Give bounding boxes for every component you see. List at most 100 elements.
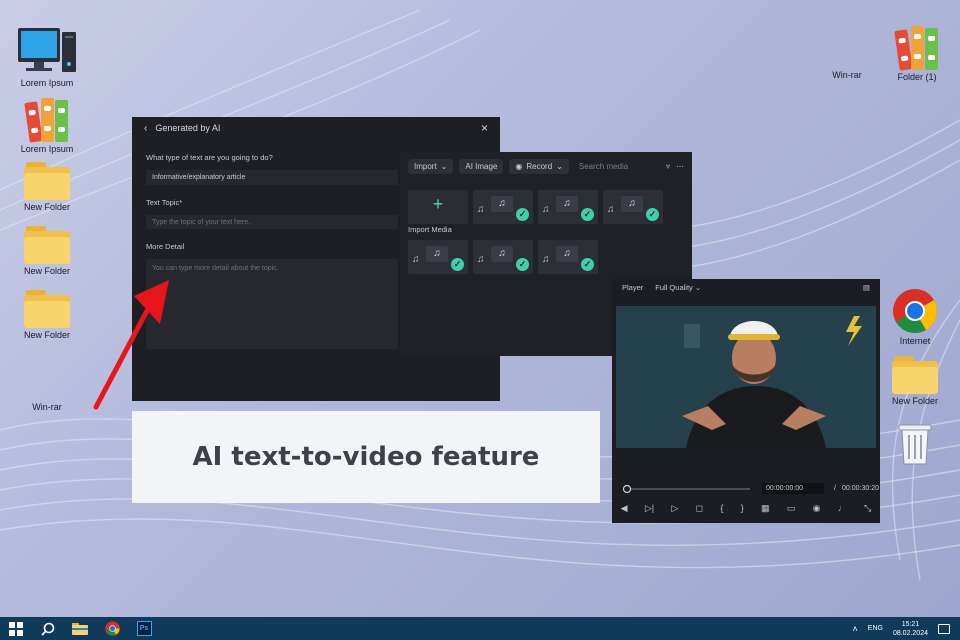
current-time: 00:00:00:00 bbox=[762, 483, 824, 494]
desktop-icon-internet[interactable]: Internet bbox=[880, 288, 950, 346]
desktop-icon-folder[interactable]: New Folder bbox=[12, 162, 82, 212]
desktop-icon-binders[interactable]: Folder (1) bbox=[882, 24, 952, 82]
snapshot-icon[interactable]: ▤ bbox=[863, 283, 870, 292]
music-note-icon: ♫ bbox=[426, 246, 448, 262]
check-icon: ✓ bbox=[581, 208, 594, 221]
recycle-bin-icon bbox=[898, 424, 932, 465]
close-icon[interactable]: × bbox=[481, 121, 488, 135]
import-media-tile[interactable]: + bbox=[408, 190, 468, 224]
display-icon[interactable]: ▭ bbox=[787, 503, 796, 514]
language-indicator[interactable]: ENG bbox=[868, 625, 883, 632]
audio-media-tile[interactable]: ♫ ♫ ✓ bbox=[538, 240, 598, 274]
ai-image-button[interactable]: AI Image bbox=[459, 158, 504, 174]
chrome-icon bbox=[893, 289, 937, 333]
search-button[interactable] bbox=[32, 617, 64, 640]
desktop-icon-winrar[interactable]: Win-rar bbox=[812, 22, 882, 80]
progress-bar[interactable] bbox=[622, 483, 762, 495]
more-icon[interactable]: ⋯ bbox=[676, 162, 684, 171]
check-icon: ✓ bbox=[646, 208, 659, 221]
record-label: Record bbox=[526, 161, 553, 171]
quality-dropdown[interactable]: Full Quality ⌄ bbox=[655, 283, 701, 292]
step-play-icon[interactable]: ▷| bbox=[645, 503, 654, 514]
chevron-down-icon: ⌄ bbox=[440, 161, 448, 171]
desktop-icon-winrar[interactable]: Win-rar bbox=[12, 356, 82, 412]
notification-icon[interactable] bbox=[938, 623, 950, 634]
photoshop-button[interactable]: Ps bbox=[128, 617, 160, 640]
camera-icon[interactable]: ◉ bbox=[813, 503, 821, 514]
music-note-icon: ♫ bbox=[621, 196, 643, 212]
desktop-icon-label: New Folder bbox=[23, 266, 70, 276]
record-dropdown[interactable]: ◉ Record ⌄ bbox=[509, 158, 569, 174]
chrome-icon bbox=[104, 621, 120, 636]
search-media-input[interactable]: Search media bbox=[579, 162, 628, 171]
player-window: Player Full Quality ⌄ ▤ 00:00:00:00 / 00… bbox=[612, 279, 880, 523]
desktop-icon-folder[interactable]: New Folder bbox=[12, 226, 82, 276]
audio-media-tile[interactable]: ♫ ♫ ✓ bbox=[473, 190, 533, 224]
desktop-icon-folder[interactable]: New Folder bbox=[12, 290, 82, 340]
audio-media-tile[interactable]: ♫ ♫ ✓ bbox=[408, 240, 468, 274]
quality-label: Full Quality bbox=[655, 282, 693, 292]
audio-media-tile[interactable]: ♫ ♫ ✓ bbox=[538, 190, 598, 224]
previous-frame-icon[interactable]: ◀ bbox=[621, 503, 628, 514]
video-frame-illustration bbox=[616, 306, 876, 448]
desktop-icon-label: Win-rar bbox=[832, 70, 862, 80]
desktop-icon-computer[interactable]: Lorem Ipsum bbox=[12, 26, 82, 88]
desktop-icon-label: Win-rar bbox=[32, 402, 62, 412]
filter-icon[interactable]: ▿ bbox=[666, 162, 670, 171]
audio-media-tile[interactable]: ♫ ♫ ✓ bbox=[473, 240, 533, 274]
desktop-icon-binders[interactable]: Lorem Ipsum bbox=[12, 96, 82, 154]
stop-icon[interactable]: ◻ bbox=[696, 503, 703, 514]
check-icon: ✓ bbox=[451, 258, 464, 271]
music-note-icon: ♫ bbox=[477, 204, 485, 215]
volume-icon[interactable]: ♩ bbox=[838, 503, 847, 514]
video-preview[interactable] bbox=[616, 306, 876, 448]
record-icon: ◉ bbox=[515, 161, 523, 171]
desktop-icon-recycle-bin[interactable] bbox=[880, 422, 950, 466]
audio-media-tile[interactable]: ♫ ♫ ✓ bbox=[603, 190, 663, 224]
folder-icon bbox=[892, 356, 938, 394]
play-icon[interactable]: ▷ bbox=[671, 503, 678, 514]
clip-icon[interactable]: ▦ bbox=[761, 503, 770, 514]
text-topic-input[interactable]: Type the topic of your text here. bbox=[146, 215, 398, 229]
winrar-icon bbox=[824, 22, 870, 68]
chrome-taskbar-button[interactable] bbox=[96, 617, 128, 640]
music-note-icon: ♫ bbox=[412, 254, 420, 265]
start-button[interactable] bbox=[0, 617, 32, 640]
folder-icon bbox=[24, 290, 70, 328]
feature-caption: AI text-to-video feature bbox=[132, 411, 600, 503]
more-detail-textarea[interactable]: You can type more detail about the topic… bbox=[146, 259, 398, 349]
chevron-up-icon[interactable]: ˄ bbox=[853, 624, 858, 634]
dialog-titlebar: ‹ Generated by AI × bbox=[132, 117, 500, 139]
binders-icon bbox=[894, 24, 940, 71]
import-media-label: Import Media bbox=[408, 225, 452, 234]
back-arrow-icon[interactable]: ‹ bbox=[144, 123, 147, 134]
caption-text: AI text-to-video feature bbox=[192, 442, 540, 472]
folder-icon bbox=[72, 623, 88, 635]
text-type-select[interactable]: Informative/explanatory article bbox=[146, 170, 398, 185]
clock-time: 15:21 bbox=[901, 620, 920, 628]
check-icon: ✓ bbox=[581, 258, 594, 271]
import-dropdown[interactable]: Import ⌄ bbox=[408, 158, 454, 174]
desktop-icon-label: New Folder bbox=[891, 396, 938, 406]
music-note-icon: ♫ bbox=[556, 246, 578, 262]
music-note-icon: ♫ bbox=[556, 196, 578, 212]
chevron-down-icon: ⌄ bbox=[556, 161, 563, 171]
check-icon: ✓ bbox=[516, 208, 529, 221]
text-type-question: What type of text are you going to do? bbox=[146, 153, 273, 162]
music-note-icon: ♫ bbox=[542, 254, 550, 265]
desktop-icon-folder[interactable]: New Folder bbox=[880, 356, 950, 406]
file-explorer-button[interactable] bbox=[64, 617, 96, 640]
player-controls: ◀ ▷| ▷ ◻ { } ▦ ▭ ◉ ♩ ⤡ bbox=[612, 503, 880, 514]
total-time: 00:00:30:20 bbox=[842, 485, 879, 492]
music-note-icon: ♫ bbox=[607, 204, 615, 215]
fullscreen-icon[interactable]: ⤡ bbox=[864, 503, 871, 514]
folder-icon bbox=[24, 162, 70, 200]
clock-date: 08.02.2024 bbox=[892, 629, 928, 637]
ai-image-label: AI Image bbox=[465, 161, 498, 171]
plus-icon: + bbox=[432, 194, 444, 214]
mark-out-icon[interactable]: } bbox=[741, 503, 744, 514]
clock[interactable]: 15:21 08.02.2024 bbox=[893, 620, 928, 638]
mark-in-icon[interactable]: { bbox=[720, 503, 723, 514]
photoshop-icon: Ps bbox=[136, 621, 152, 636]
windows-icon bbox=[9, 621, 23, 636]
